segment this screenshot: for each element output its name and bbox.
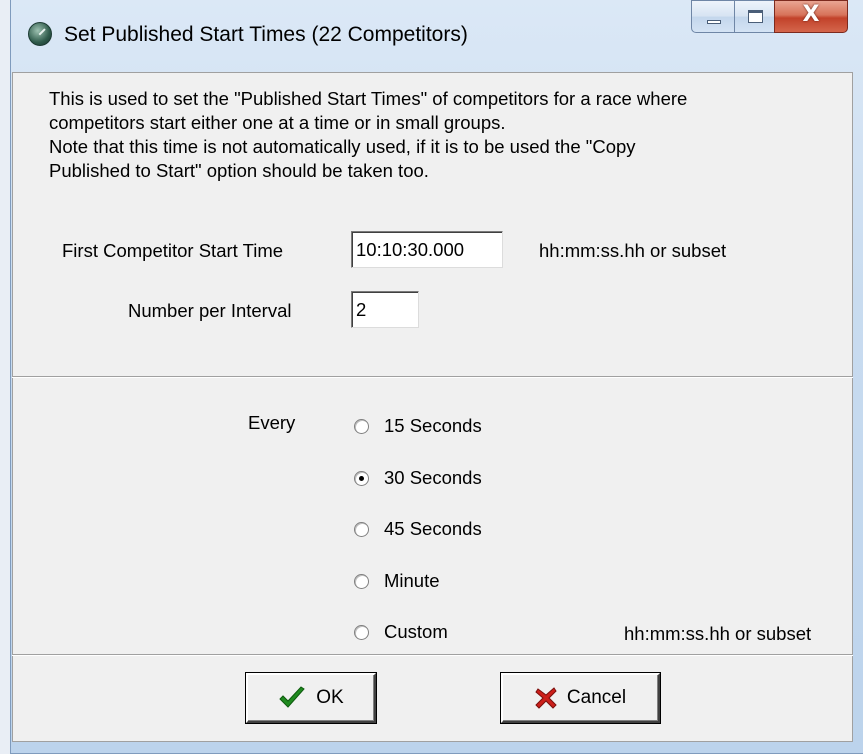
close-icon: X bbox=[802, 2, 820, 27]
description-line: competitors start either one at a time o… bbox=[49, 112, 506, 133]
minimize-icon bbox=[707, 20, 721, 24]
ok-button[interactable]: OK bbox=[246, 673, 376, 723]
radio-button[interactable] bbox=[354, 573, 369, 589]
maximize-icon bbox=[748, 10, 763, 23]
number-per-interval-input[interactable] bbox=[351, 291, 419, 328]
radio-button-selected[interactable] bbox=[354, 470, 369, 486]
title-bar[interactable]: Set Published Start Times (22 Competitor… bbox=[11, 0, 863, 72]
radio-30-seconds[interactable]: 30 Seconds bbox=[354, 465, 482, 491]
radio-custom[interactable]: Custom bbox=[354, 619, 448, 645]
description-line: Note that this time is not automatically… bbox=[49, 136, 636, 157]
radio-button[interactable] bbox=[354, 418, 369, 434]
radio-45-seconds[interactable]: 45 Seconds bbox=[354, 516, 482, 542]
button-divider bbox=[12, 654, 853, 656]
radio-label: Minute bbox=[384, 570, 440, 591]
section-divider bbox=[12, 376, 853, 378]
window-title: Set Published Start Times (22 Competitor… bbox=[64, 23, 468, 46]
every-label: Every bbox=[248, 412, 296, 433]
checkmark-icon bbox=[279, 686, 306, 708]
minimize-button[interactable] bbox=[691, 0, 735, 33]
radio-label: 45 Seconds bbox=[384, 518, 482, 539]
ok-button-label: OK bbox=[316, 687, 344, 708]
radio-button[interactable] bbox=[354, 521, 369, 537]
cancel-x-icon bbox=[535, 687, 557, 709]
radio-label: 15 Seconds bbox=[384, 415, 482, 436]
radio-15-seconds[interactable]: 15 Seconds bbox=[354, 413, 482, 439]
close-button[interactable]: X bbox=[774, 0, 848, 33]
description-line: Published to Start" option should be tak… bbox=[49, 160, 429, 181]
interval-label: Number per Interval bbox=[128, 300, 292, 321]
start-time-format-hint: hh:mm:ss.hh or subset bbox=[539, 240, 727, 261]
radio-button[interactable] bbox=[354, 624, 369, 640]
description-text: This is used to set the "Published Start… bbox=[49, 87, 849, 183]
radio-label: Custom bbox=[384, 621, 448, 642]
radio-label: 30 Seconds bbox=[384, 467, 482, 488]
radio-minute[interactable]: Minute bbox=[354, 568, 440, 594]
start-time-input[interactable] bbox=[351, 231, 503, 268]
caption-buttons: X bbox=[673, 0, 863, 35]
cancel-button-label: Cancel bbox=[566, 687, 627, 708]
clock-icon bbox=[28, 22, 52, 46]
maximize-button[interactable] bbox=[734, 0, 775, 33]
custom-format-hint: hh:mm:ss.hh or subset bbox=[624, 623, 812, 644]
cancel-button[interactable]: Cancel bbox=[501, 673, 660, 723]
description-line: This is used to set the "Published Start… bbox=[49, 88, 688, 109]
start-time-label: First Competitor Start Time bbox=[62, 240, 284, 261]
